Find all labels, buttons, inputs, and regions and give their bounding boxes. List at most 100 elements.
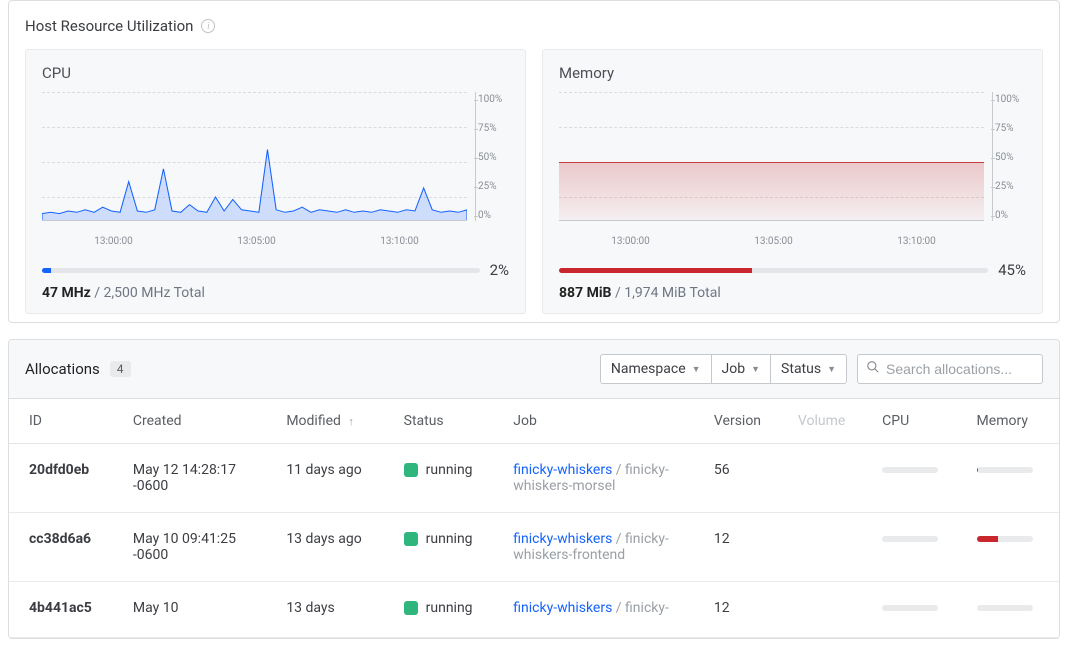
x-tick: 13:10:00 (380, 236, 419, 247)
table-row[interactable]: cc38d6a6May 10 09:41:25 -060013 days ago… (9, 513, 1059, 582)
cpu-secondary-value: / 2,500 MHz Total (94, 285, 205, 301)
cell-status: running (392, 513, 502, 582)
cpu-usage-text: 47 MHz / 2,500 MHz Total (42, 285, 509, 301)
cpu-x-axis: 13:00:00 13:05:00 13:10:00 (42, 236, 509, 247)
x-tick: 13:00:00 (94, 236, 133, 247)
col-job[interactable]: Job (501, 399, 702, 444)
cell-modified: 13 days (274, 582, 391, 638)
cell-version: 12 (702, 513, 786, 582)
col-created[interactable]: Created (121, 399, 274, 444)
memory-chart-panel: Memory 100% 75% 50% 25% 0% (542, 49, 1043, 314)
memory-y-axis: 100% 75% 50% 25% 0% (992, 92, 1026, 221)
cell-cpu (870, 444, 964, 513)
allocations-count-badge: 4 (110, 361, 131, 377)
x-tick: 13:05:00 (237, 236, 276, 247)
col-version[interactable]: Version (702, 399, 786, 444)
memory-usage-bar (559, 268, 988, 273)
col-cpu[interactable]: CPU (870, 399, 964, 444)
col-volume: Volume (786, 399, 870, 444)
y-tick: 75% (478, 123, 509, 134)
cell-memory (965, 444, 1059, 513)
memory-area (559, 162, 984, 220)
x-tick: 13:00:00 (611, 236, 650, 247)
allocations-card: Allocations 4 Namespace ▼ Job ▼ Status ▼ (8, 339, 1060, 639)
cell-job: finicky-whiskers / finicky-whiskers-fron… (501, 513, 702, 582)
info-icon[interactable]: i (201, 19, 215, 33)
chevron-down-icon: ▼ (751, 364, 760, 375)
y-tick: 100% (478, 94, 509, 105)
cell-created: May 10 09:41:25 -0600 (121, 513, 274, 582)
cpu-mini-bar (882, 467, 938, 473)
search-allocations[interactable] (857, 354, 1043, 384)
cell-memory (965, 582, 1059, 638)
cpu-chart-title: CPU (42, 64, 509, 82)
cell-volume (786, 444, 870, 513)
facet-label: Job (722, 361, 746, 377)
y-tick: 100% (995, 94, 1026, 105)
chevron-down-icon: ▼ (692, 364, 701, 375)
table-header-row: ID Created Modified ↑ Status Job Version… (9, 399, 1059, 444)
search-input[interactable] (886, 361, 1060, 377)
table-row[interactable]: 4b441ac5May 1013 daysrunningfinicky-whis… (9, 582, 1059, 638)
facet-namespace[interactable]: Namespace ▼ (601, 355, 711, 383)
status-dot-icon (404, 463, 418, 477)
cell-job: finicky-whiskers / finicky- (501, 582, 702, 638)
x-tick: 13:10:00 (897, 236, 936, 247)
cell-created: May 12 14:28:17 -0600 (121, 444, 274, 513)
cell-modified: 11 days ago (274, 444, 391, 513)
cpu-chart-panel: CPU 100% 75% 50% 25% 0% (25, 49, 526, 314)
cell-id: 4b441ac5 (9, 582, 121, 638)
cell-id: 20dfd0eb (9, 444, 121, 513)
job-link[interactable]: finicky-whiskers (513, 600, 612, 616)
job-link[interactable]: finicky-whiskers (513, 462, 612, 478)
host-resource-title-row: Host Resource Utilization i (25, 17, 1043, 35)
y-tick: 50% (995, 152, 1026, 163)
status-dot-icon (404, 601, 418, 615)
cell-modified: 13 days ago (274, 513, 391, 582)
allocations-table: ID Created Modified ↑ Status Job Version… (9, 399, 1059, 638)
cell-cpu (870, 513, 964, 582)
col-memory[interactable]: Memory (965, 399, 1059, 444)
cell-id: cc38d6a6 (9, 513, 121, 582)
cell-job: finicky-whiskers / finicky-whiskers-mors… (501, 444, 702, 513)
job-link[interactable]: finicky-whiskers (513, 531, 612, 547)
cell-status: running (392, 444, 502, 513)
memory-usage-pct: 45% (998, 261, 1026, 279)
cpu-usage-pct: 2% (490, 261, 509, 279)
col-id[interactable]: ID (9, 399, 121, 444)
status-dot-icon (404, 532, 418, 546)
memory-mini-bar (977, 467, 1033, 473)
chevron-down-icon: ▼ (827, 364, 836, 375)
facet-status[interactable]: Status ▼ (770, 355, 846, 383)
cell-status: running (392, 582, 502, 638)
cell-volume (786, 513, 870, 582)
col-status[interactable]: Status (392, 399, 502, 444)
facet-group: Namespace ▼ Job ▼ Status ▼ (600, 354, 847, 384)
cell-cpu (870, 582, 964, 638)
table-row[interactable]: 20dfd0ebMay 12 14:28:17 -060011 days ago… (9, 444, 1059, 513)
memory-chart-plot (559, 92, 984, 232)
y-tick: 50% (478, 152, 509, 163)
cell-volume (786, 582, 870, 638)
memory-secondary-value: / 1,974 MiB Total (615, 285, 721, 301)
cpu-chart-plot (42, 92, 467, 232)
cpu-usage-bar (42, 268, 480, 273)
y-tick: 0% (995, 210, 1026, 221)
y-tick: 25% (478, 181, 509, 192)
memory-chart-title: Memory (559, 64, 1026, 82)
y-tick: 75% (995, 123, 1026, 134)
memory-primary-value: 887 MiB (559, 285, 611, 301)
facet-job[interactable]: Job ▼ (711, 355, 771, 383)
cpu-primary-value: 47 MHz (42, 285, 91, 301)
facet-label: Namespace (611, 361, 686, 377)
allocations-title: Allocations (25, 360, 100, 378)
y-tick: 25% (995, 181, 1026, 192)
col-modified[interactable]: Modified ↑ (274, 399, 391, 444)
cpu-mini-bar (882, 605, 938, 611)
cpu-y-axis: 100% 75% 50% 25% 0% (475, 92, 509, 221)
cell-created: May 10 (121, 582, 274, 638)
memory-mini-bar (977, 536, 1033, 542)
cpu-sparkline (42, 92, 467, 232)
search-icon (866, 360, 880, 378)
sort-asc-icon: ↑ (348, 415, 354, 428)
